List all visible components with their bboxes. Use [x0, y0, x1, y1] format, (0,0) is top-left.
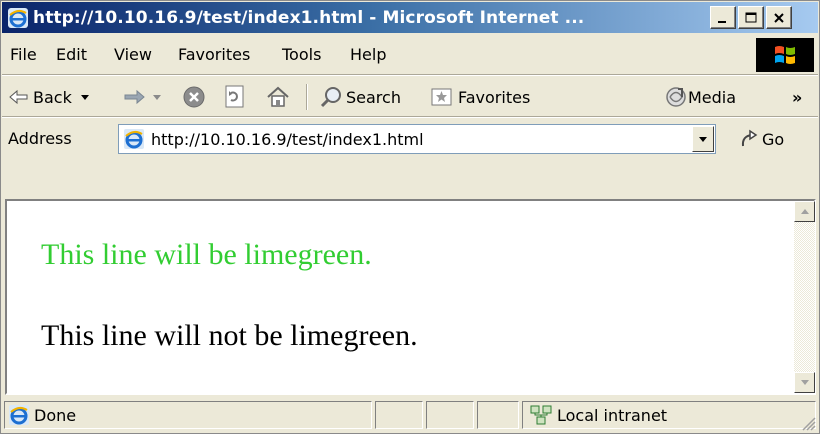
plain-line: This line will not be limegreen. [41, 319, 418, 352]
back-button[interactable]: Back [8, 77, 90, 117]
address-url: http://10.10.16.9/test/index1.html [151, 129, 424, 149]
overflow-chevron-icon: » [792, 87, 803, 107]
back-label: Back [33, 87, 72, 107]
minimize-icon [718, 20, 726, 23]
windows-logo-throbber [756, 38, 814, 72]
menu-view[interactable]: View [114, 45, 152, 64]
close-button[interactable] [766, 6, 792, 29]
go-arrow-icon [741, 129, 758, 147]
windows-logo-icon [775, 46, 795, 64]
home-icon [267, 86, 289, 107]
local-intranet-icon [530, 405, 552, 425]
menu-tools[interactable]: Tools [282, 45, 321, 64]
address-bar: Address http://10.10.16.9/test/index1.ht… [2, 119, 818, 159]
status-main: Done [4, 401, 372, 429]
refresh-icon [225, 85, 244, 108]
search-label: Search [346, 87, 401, 107]
resize-grip-icon[interactable] [802, 417, 816, 431]
media-icon [666, 87, 686, 107]
browser-window: http://10.10.16.9/test/index1.html - Mic… [0, 0, 820, 434]
status-zone: Local intranet [522, 401, 816, 429]
forward-arrow-icon [124, 89, 145, 105]
arrow-down-icon [800, 380, 809, 385]
status-text: Done [34, 405, 77, 425]
media-label: Media [688, 87, 737, 107]
minimize-button[interactable] [710, 6, 736, 29]
chevron-down-icon [699, 137, 707, 142]
done-page-icon [9, 405, 29, 425]
status-bar: Done Local intranet [2, 397, 818, 433]
vertical-scrollbar[interactable] [794, 201, 815, 393]
address-input[interactable]: http://10.10.16.9/test/index1.html [118, 124, 716, 154]
standard-toolbar: Back Search Favorites Media » [2, 77, 818, 117]
favorites-label: Favorites [458, 87, 531, 107]
address-dropdown-button[interactable] [692, 126, 714, 152]
toolbar-separator [306, 84, 308, 110]
menu-favorites[interactable]: Favorites [178, 45, 250, 64]
refresh-button[interactable] [224, 77, 246, 117]
toolbar-overflow-button[interactable]: » [792, 77, 802, 117]
chevron-down-icon [80, 95, 89, 100]
close-icon [774, 12, 784, 23]
stop-icon [183, 86, 205, 108]
zone-text: Local intranet [557, 405, 668, 425]
page-icon [124, 129, 144, 149]
back-arrow-icon [9, 89, 28, 105]
favorites-button[interactable]: Favorites [430, 77, 530, 117]
menu-help[interactable]: Help [350, 45, 386, 64]
menu-edit[interactable]: Edit [56, 45, 87, 64]
maximize-button[interactable] [738, 6, 764, 29]
status-panel [477, 401, 519, 429]
media-button[interactable]: Media [664, 77, 736, 117]
page-viewport[interactable]: This line will be limegreen. This line w… [5, 199, 816, 395]
title-bar[interactable]: http://10.10.16.9/test/index1.html - Mic… [2, 2, 818, 33]
maximize-icon [745, 12, 757, 22]
internet-explorer-icon [8, 7, 28, 28]
status-panel [426, 401, 474, 429]
scroll-down-button[interactable] [794, 372, 815, 393]
go-label: Go [762, 129, 785, 149]
stop-button[interactable] [182, 77, 206, 117]
search-icon [320, 87, 341, 108]
status-panel [375, 401, 423, 429]
arrow-up-icon [800, 209, 809, 214]
window-title: http://10.10.16.9/test/index1.html - Mic… [33, 7, 585, 28]
scroll-up-button[interactable] [794, 201, 815, 222]
home-button[interactable] [266, 77, 290, 117]
page-content: This line will be limegreen. This line w… [7, 201, 795, 393]
address-label: Address [8, 129, 72, 148]
forward-button[interactable] [122, 77, 162, 117]
search-button[interactable]: Search [320, 77, 401, 117]
favorites-icon [431, 88, 452, 106]
menu-file[interactable]: File [10, 45, 37, 64]
chevron-down-icon [153, 95, 161, 100]
limegreen-line: This line will be limegreen. [41, 238, 372, 271]
menu-bar: File Edit View Favorites Tools Help [2, 35, 818, 75]
go-button[interactable]: Go [738, 125, 784, 153]
